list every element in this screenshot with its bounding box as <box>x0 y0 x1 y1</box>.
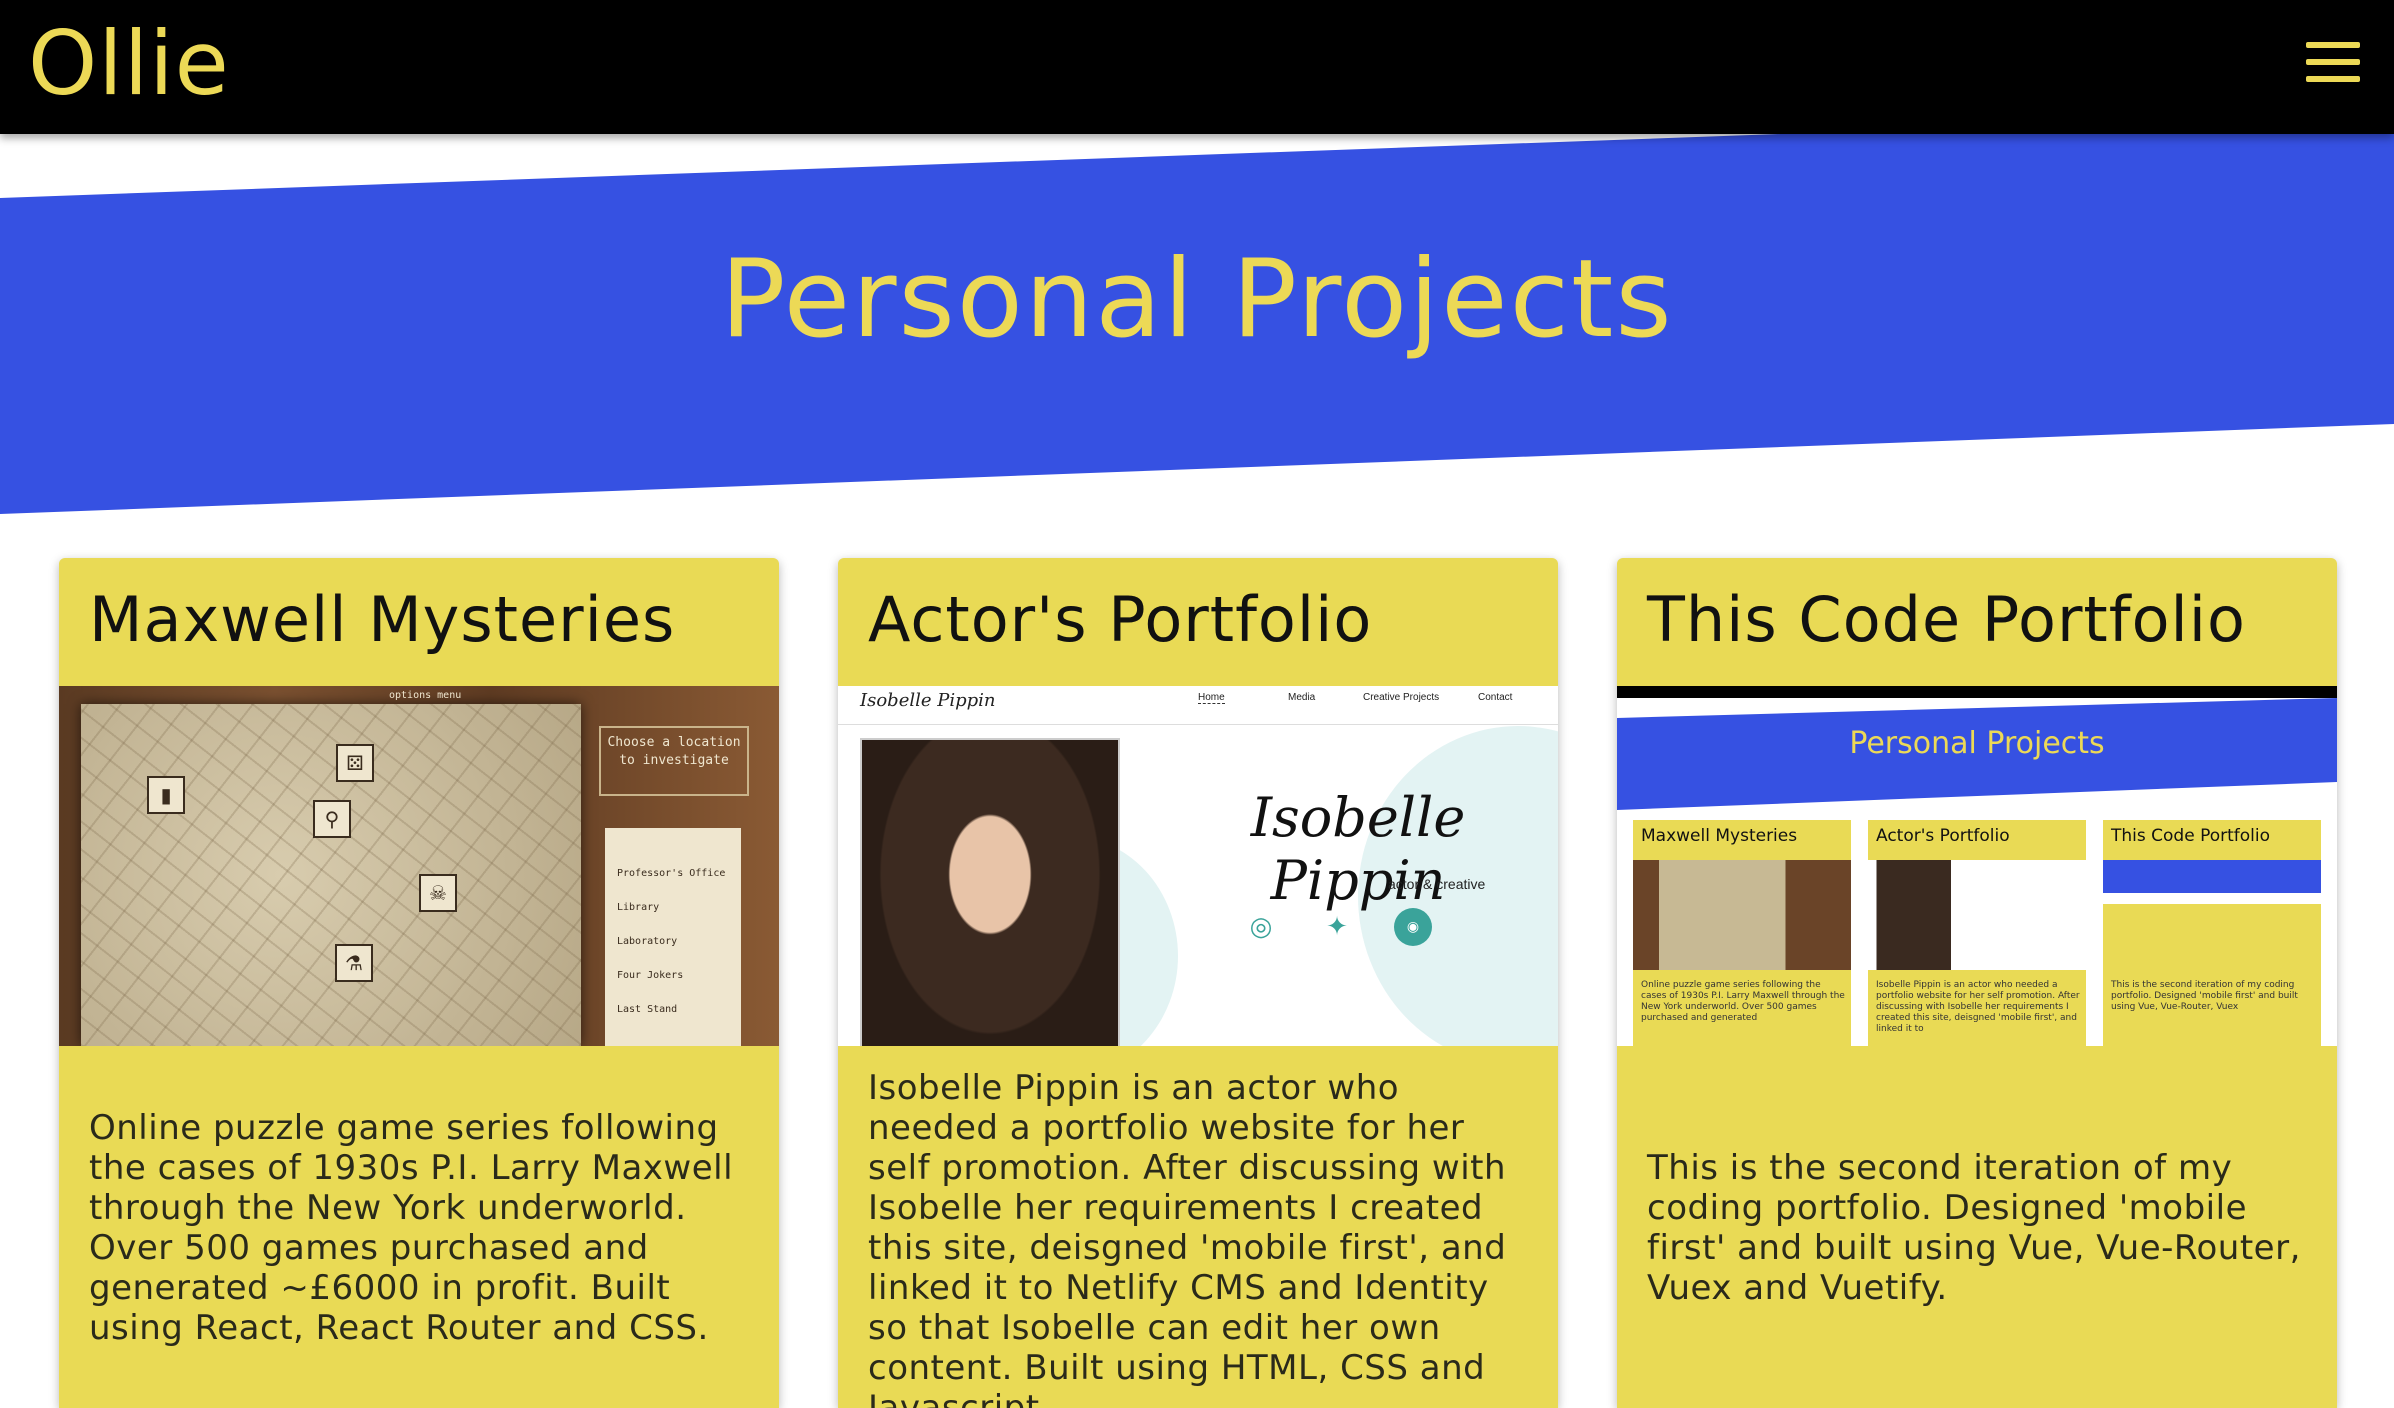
location-item: Professor's Office <box>617 868 726 879</box>
page-title: Personal Projects <box>720 237 1674 362</box>
card-description: Online puzzle game series following the … <box>89 1108 734 1348</box>
mini-card-title: Actor's Portfolio <box>1876 826 2010 846</box>
site-logo[interactable]: Ollie <box>28 8 230 120</box>
instruction-note: Choose a location to investigate <box>599 726 749 796</box>
portrait-photo <box>860 738 1120 1046</box>
library-pin-icon: ▮ <box>147 776 185 814</box>
flask-pin-icon: ⚗ <box>335 944 373 982</box>
options-menu-text: options menu <box>389 690 462 701</box>
card-title: Maxwell Mysteries <box>89 583 676 656</box>
mini-top-bar <box>1617 686 2337 698</box>
mini-card-image <box>1633 860 1851 970</box>
location-list: Professor's Office Library Laboratory Fo… <box>605 828 741 1046</box>
mini-nav-contact: Contact <box>1478 692 1513 703</box>
card-description: Isobelle Pippin is an actor who needed a… <box>868 1068 1507 1408</box>
mini-card-title: Maxwell Mysteries <box>1641 826 1798 846</box>
twitter-icon: ✦ <box>1326 912 1348 942</box>
hamburger-menu-icon[interactable] <box>2306 42 2360 82</box>
mini-card-text: Isobelle Pippin is an actor who needed a… <box>1876 980 2080 1034</box>
project-card-code-portfolio[interactable]: This Code Portfolio Personal Projects Ma… <box>1617 558 2337 1408</box>
mini-card-image <box>1868 860 2086 970</box>
hero-name: Isobelle Pippin <box>1250 786 1466 912</box>
mini-card: Actor's Portfolio Isobelle Pippin is an … <box>1868 820 2086 1046</box>
location-item: Last Stand <box>617 1004 678 1015</box>
hero-subtitle: actor & creative <box>1388 876 1486 892</box>
magnifier-pin-icon: ⚲ <box>313 800 351 838</box>
mini-card-title: This Code Portfolio <box>2111 826 2271 846</box>
project-card-maxwell-mysteries[interactable]: Maxwell Mysteries ▮ ⚄ ⚲ ☠ ⚗ options menu… <box>59 558 779 1408</box>
dice-pin-icon: ⚄ <box>336 744 374 782</box>
menu-line <box>2306 42 2360 48</box>
mini-card-image <box>2103 860 2321 970</box>
mini-card: Maxwell Mysteries Online puzzle game ser… <box>1633 820 1851 1046</box>
mini-card-text: This is the second iteration of my codin… <box>2111 980 2298 1012</box>
skull-pin-icon: ☠ <box>419 874 457 912</box>
spotlight-icon: ◉ <box>1394 908 1432 946</box>
top-nav-bar: Ollie <box>0 0 2394 134</box>
menu-line <box>2306 76 2360 82</box>
project-screenshot[interactable]: ▮ ⚄ ⚲ ☠ ⚗ options menu Choose a location… <box>59 686 779 1046</box>
mini-page-title: Personal Projects <box>1849 726 2105 761</box>
project-screenshot[interactable]: Personal Projects Maxwell Mysteries Onli… <box>1617 686 2337 1046</box>
project-card-actors-portfolio[interactable]: Actor's Portfolio Isobelle Pippin Home M… <box>838 558 1558 1408</box>
location-item: Library <box>617 902 660 913</box>
mini-card: This Code Portfolio This is the second i… <box>2103 820 2321 1046</box>
project-screenshot[interactable]: Isobelle Pippin Home Media Creative Proj… <box>838 686 1558 1046</box>
mini-nav-media: Media <box>1288 692 1316 703</box>
mini-nav-bar: Isobelle Pippin Home Media Creative Proj… <box>838 686 1558 725</box>
menu-line <box>2306 59 2360 65</box>
location-item: Laboratory <box>617 936 678 947</box>
card-title: Actor's Portfolio <box>868 583 1373 656</box>
card-description: This is the second iteration of my codin… <box>1647 1148 2301 1308</box>
city-map: ▮ ⚄ ⚲ ☠ ⚗ <box>81 704 581 1046</box>
mini-nav-home: Home <box>1198 692 1225 704</box>
instagram-icon: ◎ <box>1249 912 1273 942</box>
mini-card-text: Online puzzle game series following the … <box>1641 980 1845 1023</box>
location-item: Four Jokers <box>617 970 684 981</box>
mini-nav-creative-projects: Creative Projects <box>1363 692 1440 703</box>
mini-logo: Isobelle Pippin <box>860 690 996 711</box>
card-title: This Code Portfolio <box>1647 583 2246 656</box>
